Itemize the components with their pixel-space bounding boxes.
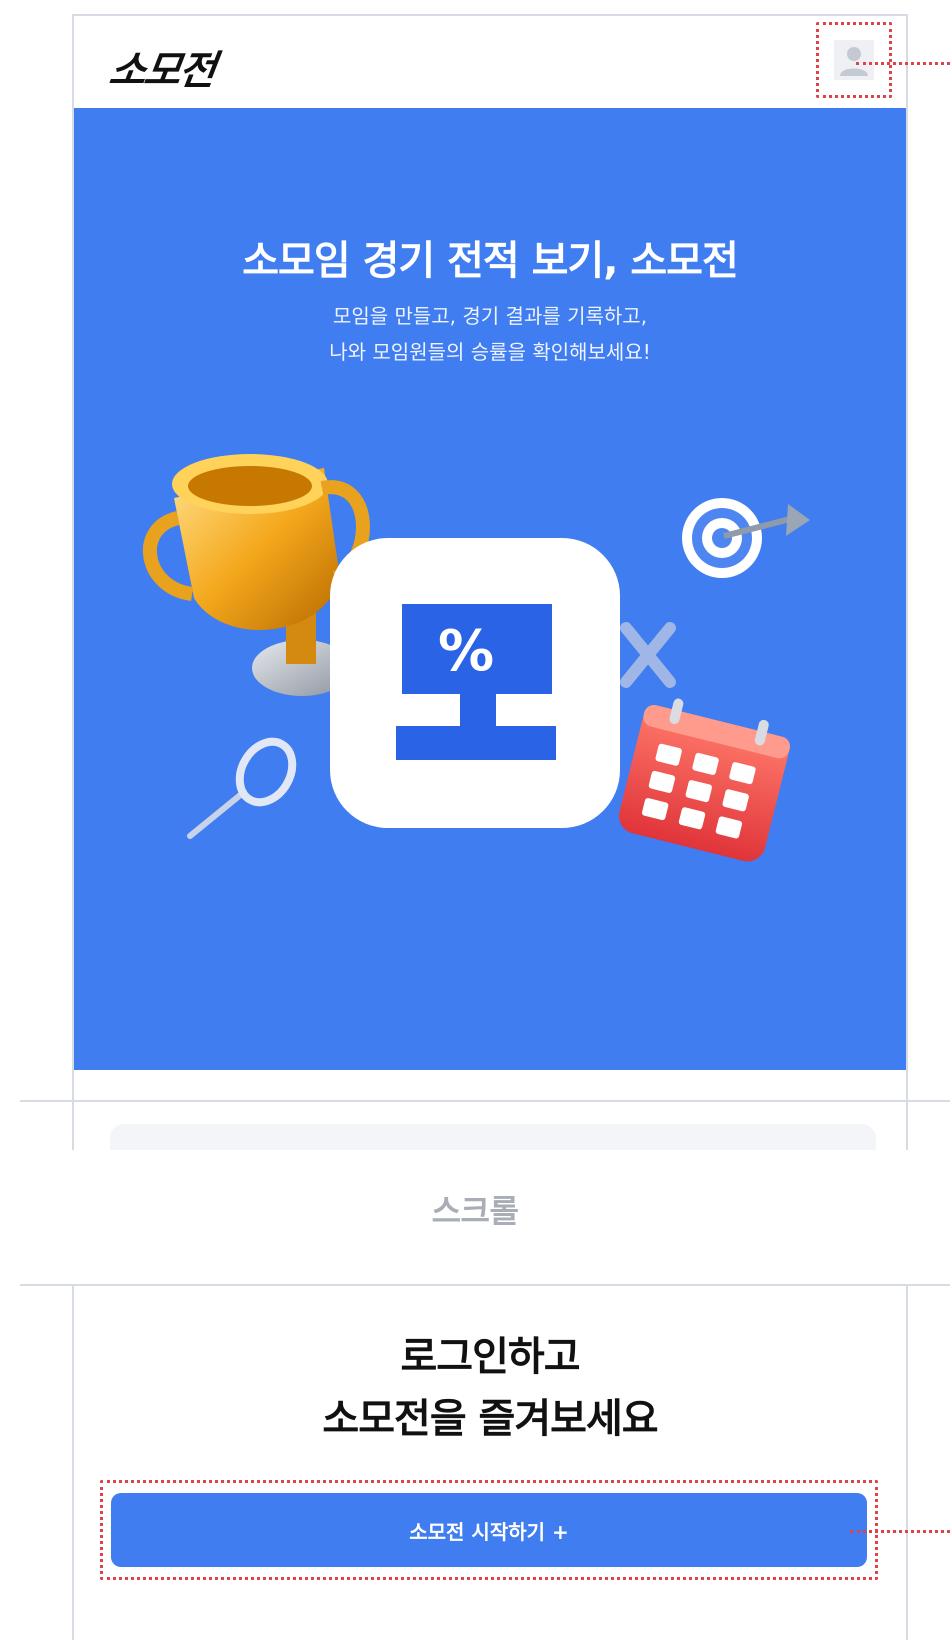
screen-bottom: 로그인하고 소모전을 즐겨보세요 소모전 시작하기 + [72, 1286, 908, 1640]
magnifier-icon [187, 737, 297, 839]
calendar-icon [618, 698, 791, 862]
login-title-line2: 소모전을 즐겨보세요 [322, 1396, 658, 1442]
annotation-lead-start [850, 1530, 950, 1533]
annotation-lead-profile [856, 62, 950, 65]
card-peek [110, 1124, 876, 1150]
user-avatar-icon [834, 40, 874, 80]
login-title-line1: 로그인하고 [400, 1334, 581, 1380]
start-button[interactable]: 소모전 시작하기 + [111, 1493, 867, 1567]
scroll-label: 스크롤 [431, 1192, 519, 1230]
target-icon [682, 498, 810, 578]
app-icon: % [330, 538, 620, 828]
divider-top [20, 1100, 950, 1102]
login-title: 로그인하고 소모전을 즐겨보세요 [74, 1326, 906, 1450]
start-button-highlight: 소모전 시작하기 + [100, 1480, 878, 1580]
hero-illustration: % [143, 454, 810, 862]
hero-banner: 소모임 경기 전적 보기, 소모전 모임을 만들고, 경기 결과를 기록하고, … [74, 108, 906, 1070]
profile-button[interactable] [816, 22, 892, 98]
app-icon-glyph: % [438, 619, 494, 684]
app-header: 소모전 [74, 16, 906, 108]
screen-top: 소모전 소모임 경기 전적 보기, 소모전 모임을 만들고, 경기 결과를 기록… [72, 14, 908, 1150]
app-logo[interactable]: 소모전 [106, 38, 219, 96]
close-x-icon [620, 622, 676, 688]
